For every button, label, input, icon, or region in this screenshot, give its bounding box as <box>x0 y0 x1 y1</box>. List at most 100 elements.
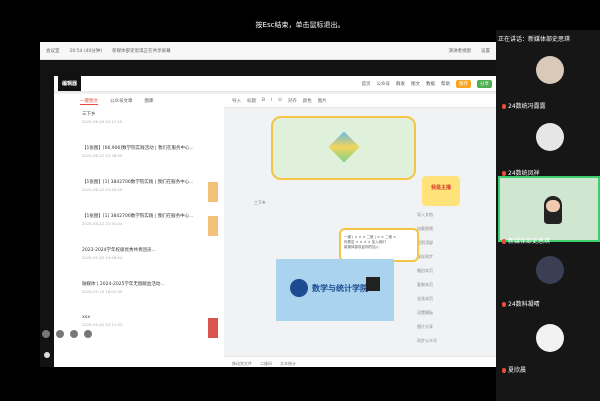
avatar <box>536 324 564 352</box>
participant-tile[interactable]: 夏欣晨 <box>500 318 600 374</box>
align-tool[interactable]: 对齐 <box>288 98 297 104</box>
participant-tile: 新媒体部史思琪 <box>500 233 600 245</box>
speaking-label: 正在讲话：新媒体部史思琪 <box>498 36 571 43</box>
nav-link-account[interactable]: 公众号 <box>377 81 391 87</box>
mic-icon <box>44 352 50 358</box>
share-toolbar: 会议室 20:54 (40分钟) 新媒体部史思琪正在共享屏幕 演讲者视图 设置 <box>40 42 496 60</box>
participant-tile[interactable]: 24数统凤祥 <box>500 115 600 177</box>
color-tool[interactable]: 颜色 <box>303 98 312 104</box>
mic-icon[interactable] <box>42 330 50 338</box>
item-date: 2025-05-19 16:01:59 <box>82 289 123 294</box>
side-menu-item[interactable]: 撤回本页 <box>417 264 447 278</box>
side-menu-item[interactable]: 复制本页 <box>417 278 447 292</box>
school-name: 数学与统计学院 <box>312 283 368 293</box>
item-date: 2025-06-26 20:17:19 <box>82 119 123 124</box>
avatar <box>536 256 564 284</box>
import-tool[interactable]: 导入 <box>232 98 241 104</box>
side-menu-item[interactable]: 同步公众号 <box>417 334 447 348</box>
side-menu-item[interactable]: 回到顶部 <box>417 236 447 250</box>
meeting-info: 20:54 (40分钟) <box>69 48 103 54</box>
nav-link-send[interactable]: 群发 <box>396 81 405 87</box>
text-card-line: 新媒体部欢迎你的加入 <box>344 245 379 249</box>
participant-name: 24数科凝晴 <box>502 299 540 308</box>
tab-gallery[interactable]: 图库 <box>145 98 154 104</box>
side-menu: 导入文档 加载视频 回到顶部 保存同步 撤回本页 复制本页 全选本页 设置模板 … <box>417 208 447 348</box>
item-title: 【1张图】[1] 3842706数学院实践 | 我们在服务中心... <box>82 214 194 219</box>
settings-button[interactable]: 设置 <box>481 48 490 54</box>
item-title: 融媒体 | 2024-2025学年无偿献血活动... <box>82 282 165 287</box>
meeting-window: { "hint": "按Esc结束，单击鼠标退出。", "sharebar": … <box>0 0 600 401</box>
list-item[interactable]: 【1张图】[66,906]数学院实践活动 | 我们在服务中心... 2025-06… <box>54 142 224 176</box>
nav-link-home[interactable]: 首页 <box>362 81 371 87</box>
share-button[interactable]: 分享 <box>477 79 492 88</box>
list-item[interactable]: 【1张图】[1] 3842706数学院实践 | 我们在服务中心... 2025-0… <box>54 176 224 210</box>
editor-canvas: 三下乡 我是主播 导入文档 加载视频 回到顶部 保存同步 撤回本页 复制本页 全… <box>224 108 496 367</box>
side-menu-item[interactable]: 图片分享 <box>417 320 447 334</box>
nav-link-help[interactable]: 帮助 <box>441 81 450 87</box>
banner-graphic[interactable] <box>271 116 416 180</box>
item-date: 2025-06-22 23:41:04 <box>82 221 123 226</box>
list-item[interactable]: 【1张图】[1] 3842706数学院实践 | 我们在服务中心... 2025-0… <box>54 210 224 244</box>
side-menu-item[interactable]: 全选本页 <box>417 292 447 306</box>
school-emblem-icon <box>290 279 308 297</box>
item-title: 【1张图】[66,906]数学院实践活动 | 我们在服务中心... <box>82 146 194 151</box>
left-margin <box>40 76 54 367</box>
share-controls <box>42 330 132 340</box>
text-card[interactable]: 一键 | × × × 二维 | × × 二维 × 你是否 × × × × 加入我… <box>339 228 419 262</box>
side-menu-item[interactable]: 加载视频 <box>417 222 447 236</box>
black-band <box>40 60 496 76</box>
shared-screen: 会议室 20:54 (40分钟) 新媒体部史思琪正在共享屏幕 演讲者视图 设置 … <box>40 42 496 367</box>
side-menu-item[interactable]: 保存同步 <box>417 250 447 264</box>
item-title: 【1张图】[1] 3842706数学院实践 | 我们在服务中心... <box>82 180 194 185</box>
promo-badge[interactable]: 我是主播 <box>422 176 460 206</box>
italic-tool[interactable]: I <box>271 98 272 103</box>
side-menu-item[interactable]: 设置模板 <box>417 306 447 320</box>
share-status-text: 新媒体部史思琪正在共享 <box>54 351 131 359</box>
item-thumbnail <box>208 318 218 338</box>
underline-tool[interactable]: U <box>278 98 281 103</box>
item-title: 2023-2024学年校级优秀共青团员... <box>82 248 156 253</box>
participant-tile[interactable]: 24数科凝晴 <box>500 250 600 308</box>
avatar <box>536 56 564 84</box>
logo-graphic <box>328 131 360 163</box>
exit-hint: 按Esc结束，单击鼠标退出。 <box>255 21 345 29</box>
bold-tool[interactable]: B <box>262 98 265 103</box>
heading-tool[interactable]: 标题 <box>247 98 256 104</box>
side-menu-item[interactable]: 导入文档 <box>417 208 447 222</box>
editor-header: 编辑器 首页 公众号 群发 图文 数据 帮助 保存 分享 <box>54 76 496 92</box>
nav-link-data[interactable]: 数据 <box>426 81 435 87</box>
participants-icon[interactable] <box>84 330 92 338</box>
article-list: 三下乡 2025-06-26 20:17:19 【1张图】[66,906]数学院实… <box>54 108 224 367</box>
meeting-app-label[interactable]: 会议室 <box>46 48 60 54</box>
share-title: 新媒体部史思琪正在共享屏幕 <box>112 48 171 54</box>
share-icon[interactable] <box>70 330 78 338</box>
qr-code-icon <box>366 277 380 291</box>
participant-tile[interactable]: 24数统冯露露 <box>500 48 600 110</box>
avatar <box>536 123 564 151</box>
item-date: 2025-05-20 19:56:24 <box>82 255 123 260</box>
mic-off-icon <box>502 104 506 109</box>
tab-one-click[interactable]: 一键图文 <box>80 98 98 105</box>
list-item[interactable]: xxx 2025-05-20 22:11:33 <box>54 312 224 346</box>
item-thumbnail <box>208 216 218 236</box>
editor-toolbar: 导入 标题 B I U 对齐 颜色 图片 <box>224 94 496 108</box>
speaker-view-button[interactable]: 演讲者视图 <box>449 48 472 54</box>
tab-articles[interactable]: 公众号文章 <box>110 98 133 104</box>
badge-text: 我是主播 <box>430 185 451 191</box>
item-title: 三下乡 <box>82 112 96 117</box>
school-banner[interactable]: 数学与统计学院 <box>276 259 394 321</box>
camera-icon[interactable] <box>56 330 64 338</box>
save-button[interactable]: 保存 <box>456 79 471 88</box>
nav-link-article[interactable]: 图文 <box>411 81 420 87</box>
list-item[interactable]: 融媒体 | 2024-2025学年无偿献血活动... 2025-05-19 16:… <box>54 278 224 312</box>
list-item[interactable]: 三下乡 2025-06-26 20:17:19 <box>54 108 224 142</box>
editor-logo: 编辑器 <box>58 76 82 91</box>
share-status-bar: 新媒体部史思琪正在共享 <box>40 350 496 362</box>
item-date: 2025-06-22 22:45:20 <box>82 187 123 192</box>
list-item[interactable]: 2023-2024学年校级优秀共青团员... 2025-05-20 19:56:2… <box>54 244 224 278</box>
side-label: 三下乡 <box>254 200 266 205</box>
image-tool[interactable]: 图片 <box>318 98 327 104</box>
article-tabs: 一键图文 公众号文章 图库 <box>54 94 224 108</box>
mic-off-icon <box>502 302 506 307</box>
item-date: 2025-05-20 22:11:33 <box>82 322 123 327</box>
